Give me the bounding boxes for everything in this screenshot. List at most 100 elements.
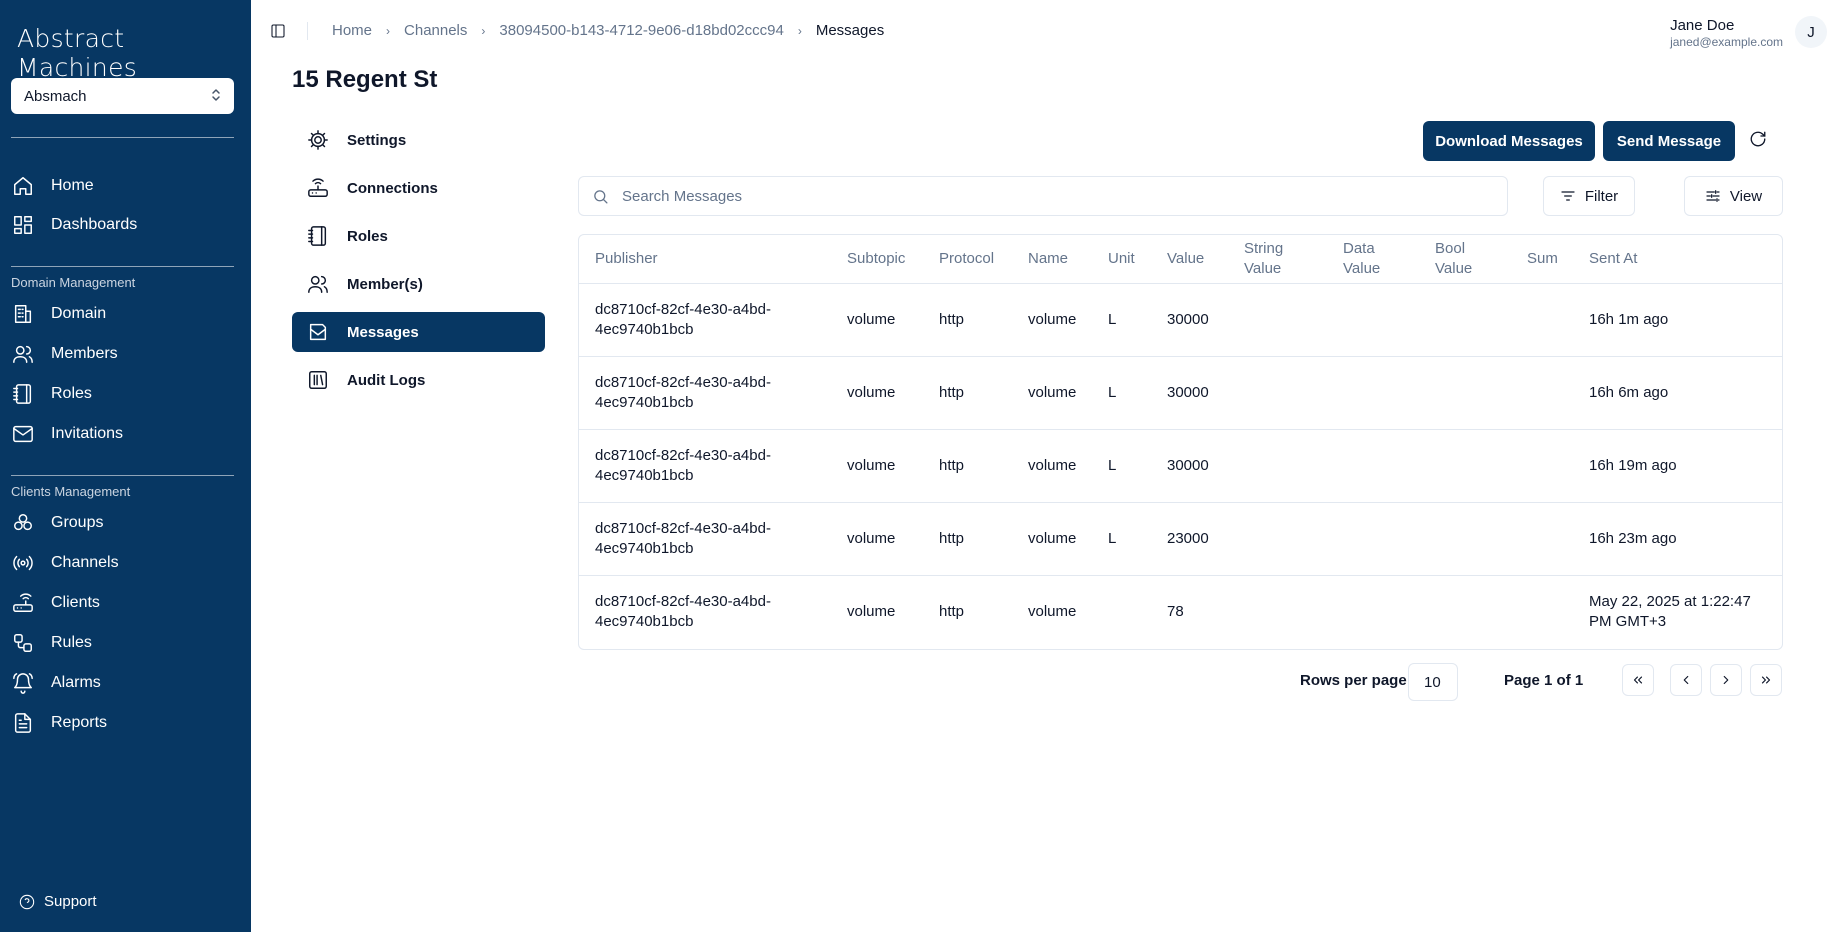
column-header[interactable]: Sum [1511,235,1573,284]
filter-button[interactable]: Filter [1543,176,1635,216]
column-header[interactable]: String Value [1228,235,1327,284]
table-cell [1511,429,1573,503]
notebook-icon [11,382,35,406]
subnav-label: Audit Logs [347,371,426,389]
sidebar-item-label: Dashboards [51,216,138,233]
search-input[interactable] [622,187,1482,205]
chevron-right-icon: › [386,23,391,38]
rows-per-page-select[interactable]: 10 [1408,663,1458,701]
domain-select[interactable]: Absmach [11,78,234,114]
subnav-settings[interactable]: Settings [292,120,545,160]
table-cell [1327,575,1419,648]
sidebar-item-dashboards[interactable]: Dashboards [11,208,234,242]
page-title: 15 Regent St [292,66,438,93]
sidebar-item-channels[interactable]: Channels [11,546,234,580]
table-row[interactable]: dc8710cf-82cf-4e30-a4bd-4ec9740b1bcb volu… [579,575,1782,648]
breadcrumb-current: Messages [815,22,885,39]
view-button[interactable]: View [1684,176,1783,216]
refresh-icon[interactable] [1749,130,1769,150]
next-page-button[interactable] [1710,664,1742,696]
sidebar-item-groups[interactable]: Groups [11,506,234,540]
breadcrumb-home[interactable]: Home [332,22,372,39]
sidebar-item-home[interactable]: Home [11,169,234,203]
table-cell: volume [831,356,923,430]
sidebar-item-label: Domain [51,305,107,322]
table-row[interactable]: dc8710cf-82cf-4e30-a4bd-4ec9740b1bcb volu… [579,429,1782,503]
table-cell: 78 [1167,602,1184,620]
table-cell: http [923,502,1012,576]
first-page-button[interactable] [1622,664,1654,696]
sidebar-item-label: Members [51,345,118,362]
table-cell: May 22, 2025 at 1:22:47 PM GMT+3 [1589,592,1751,630]
sidebar-toggle-icon[interactable] [270,23,286,39]
notebook-icon [307,225,329,247]
table-cell: volume [1012,283,1092,357]
sidebar-item-label: Clients [51,594,100,611]
sidebar-item-members[interactable]: Members [11,337,234,371]
sidebar-divider [11,475,234,476]
sliders-icon [1706,190,1720,202]
table-cell: volume [831,283,923,357]
avatar[interactable]: J [1795,16,1827,48]
last-page-button[interactable] [1750,664,1782,696]
messages-table: Publisher Subtopic Protocol Name Unit Va… [578,234,1783,650]
column-header[interactable]: Bool Value [1419,235,1511,284]
breadcrumb-channel-id[interactable]: 38094500-b143-4712-9e06-d18bd02ccc94 [499,22,783,39]
table-cell: volume [1028,602,1077,620]
page-info: Page 1 of 1 [1504,672,1584,689]
chevrons-left-icon [1633,676,1643,684]
table-cell: http [923,429,1012,503]
column-header[interactable]: Protocol [923,235,1012,284]
chevron-up-down-icon [210,88,222,104]
table-row[interactable]: dc8710cf-82cf-4e30-a4bd-4ec9740b1bcb volu… [579,283,1782,357]
sidebar-item-invitations[interactable]: Invitations [11,417,234,451]
sidebar-item-rules[interactable]: Rules [11,626,234,660]
column-header[interactable]: Subtopic [831,235,923,284]
table-cell [1511,283,1573,357]
previous-page-button[interactable] [1670,664,1702,696]
sidebar-item-alarms[interactable]: Alarms [11,666,234,700]
support-link[interactable]: Support [19,893,97,910]
chevron-right-icon [1723,675,1729,685]
table-cell: 16h 19m ago [1573,429,1782,503]
sidebar-item-reports[interactable]: Reports [11,706,234,740]
table-cell: volume [831,429,923,503]
subnav-connections[interactable]: Connections [292,168,545,208]
column-header[interactable]: Publisher [579,235,831,284]
column-header[interactable]: Sent At [1573,235,1782,284]
table-row[interactable]: dc8710cf-82cf-4e30-a4bd-4ec9740b1bcb volu… [579,356,1782,430]
table-cell: http [923,283,1012,357]
table-cell [1228,283,1327,357]
router-icon [307,177,329,199]
subnav-members[interactable]: Member(s) [292,264,545,304]
table-cell [1228,575,1327,648]
sidebar-item-clients[interactable]: Clients [11,586,234,620]
download-messages-button[interactable]: Download Messages [1423,121,1595,161]
filter-icon [1561,191,1575,201]
subnav-messages[interactable]: Messages [292,312,545,352]
sidebar-item-roles[interactable]: Roles [11,377,234,411]
sidebar-item-domain[interactable]: Domain [11,297,234,331]
sidebar: Abstract Machines Absmach Home Dashboard… [0,0,251,932]
sidebar-item-label: Rules [51,634,92,651]
column-header[interactable]: Value [1151,235,1228,284]
group-label-clients: Clients Management [11,484,131,499]
column-header[interactable]: Data Value [1327,235,1419,284]
chevron-left-icon [1683,675,1689,685]
user-name: Jane Doe [1670,17,1735,34]
column-header[interactable]: Unit [1092,235,1151,284]
table-header-row: Publisher Subtopic Protocol Name Unit Va… [579,235,1782,284]
subnav-audit-logs[interactable]: Audit Logs [292,360,545,400]
table-cell: L [1092,502,1151,576]
user-info[interactable]: Jane Doe janed@example.com [1670,17,1783,49]
chevrons-right-icon [1761,676,1771,684]
table-cell [1419,356,1511,430]
table-cell: volume [1012,502,1092,576]
table-cell [1419,575,1511,648]
column-header[interactable]: Name [1012,235,1092,284]
send-message-button[interactable]: Send Message [1603,121,1735,161]
table-row[interactable]: dc8710cf-82cf-4e30-a4bd-4ec9740b1bcb volu… [579,502,1782,576]
breadcrumb-channels[interactable]: Channels [404,22,467,39]
sidebar-item-label: Groups [51,514,104,531]
subnav-roles[interactable]: Roles [292,216,545,256]
